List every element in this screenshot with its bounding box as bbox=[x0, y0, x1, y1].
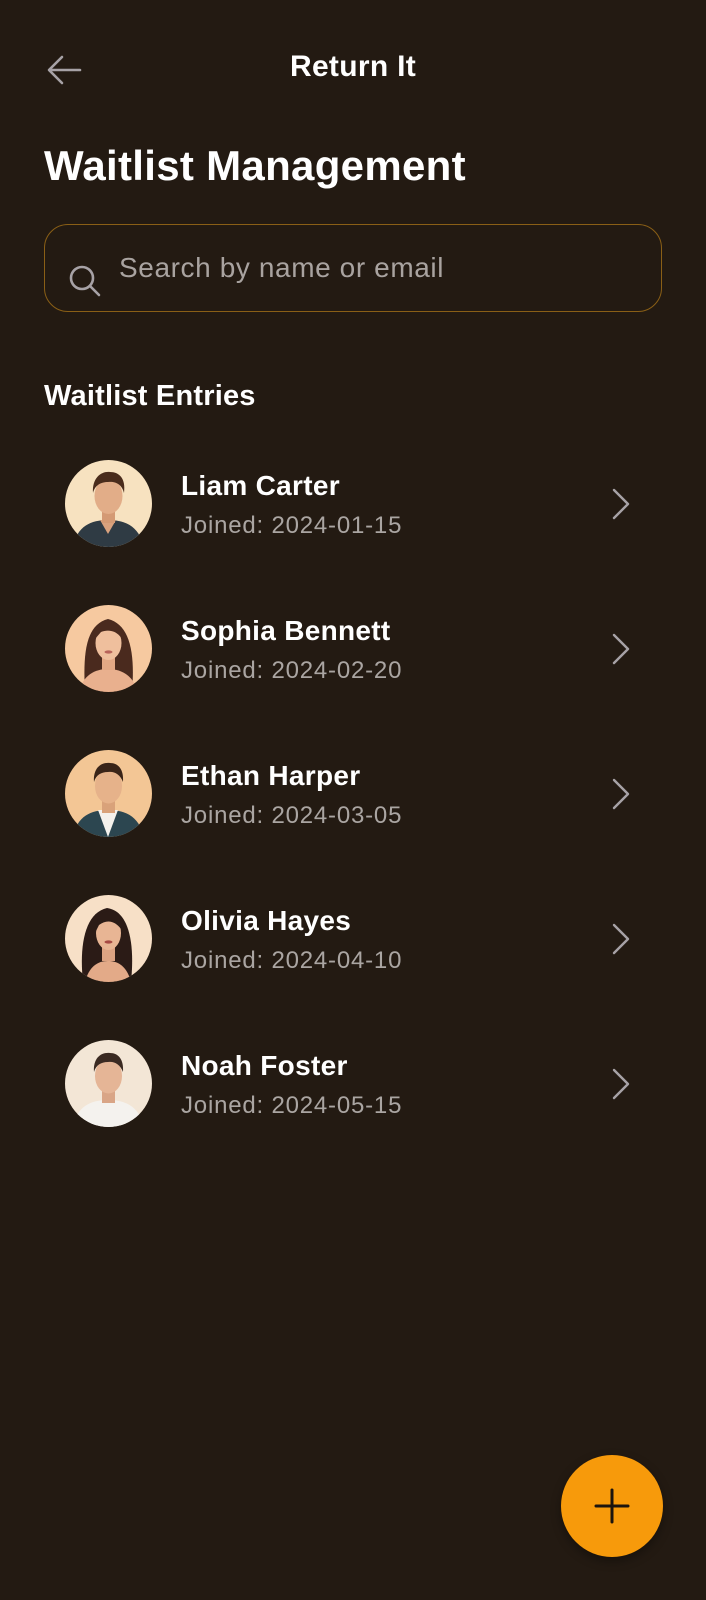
section-title: Waitlist Entries bbox=[44, 380, 256, 412]
chevron-right-icon bbox=[612, 1068, 630, 1100]
add-entry-button[interactable] bbox=[561, 1455, 663, 1557]
top-app-bar: Return It bbox=[0, 0, 706, 138]
waitlist-entry[interactable]: Olivia Hayes Joined: 2024-04-10 bbox=[0, 883, 706, 1028]
waitlist-entry[interactable]: Liam Carter Joined: 2024-01-15 bbox=[0, 448, 706, 593]
chevron-right-icon bbox=[612, 923, 630, 955]
waitlist-entry[interactable]: Sophia Bennett Joined: 2024-02-20 bbox=[0, 593, 706, 738]
entry-joined-date: Joined: 2024-01-15 bbox=[181, 512, 403, 539]
waitlist-entry[interactable]: Noah Foster Joined: 2024-05-15 bbox=[0, 1028, 706, 1173]
entry-name: Ethan Harper bbox=[181, 760, 361, 791]
avatar bbox=[65, 750, 152, 837]
avatar bbox=[65, 1040, 152, 1127]
entry-joined-date: Joined: 2024-05-15 bbox=[181, 1092, 403, 1119]
entry-joined-date: Joined: 2024-02-20 bbox=[181, 657, 403, 684]
avatar bbox=[65, 895, 152, 982]
chevron-right-icon bbox=[612, 488, 630, 520]
avatar bbox=[65, 460, 152, 547]
page-title: Waitlist Management bbox=[44, 142, 466, 189]
chevron-right-icon bbox=[612, 633, 630, 665]
search-bar[interactable] bbox=[44, 224, 662, 312]
app-title: Return It bbox=[289, 50, 417, 83]
entry-name: Sophia Bennett bbox=[181, 615, 391, 646]
chevron-right-icon bbox=[612, 778, 630, 810]
entry-name: Liam Carter bbox=[181, 470, 340, 501]
plus-icon bbox=[594, 1488, 630, 1524]
entry-joined-date: Joined: 2024-04-10 bbox=[181, 947, 403, 974]
entry-name: Noah Foster bbox=[181, 1050, 348, 1081]
waitlist-entries-list: Liam Carter Joined: 2024-01-15 Sophia Be bbox=[0, 448, 706, 1173]
entry-name: Olivia Hayes bbox=[181, 905, 352, 936]
avatar bbox=[65, 605, 152, 692]
waitlist-screen: Return It Waitlist Management Waitlist E… bbox=[0, 0, 706, 1600]
search-icon bbox=[69, 265, 101, 297]
entry-joined-date: Joined: 2024-03-05 bbox=[181, 802, 403, 829]
search-input[interactable] bbox=[117, 243, 641, 293]
waitlist-entry[interactable]: Ethan Harper Joined: 2024-03-05 bbox=[0, 738, 706, 883]
